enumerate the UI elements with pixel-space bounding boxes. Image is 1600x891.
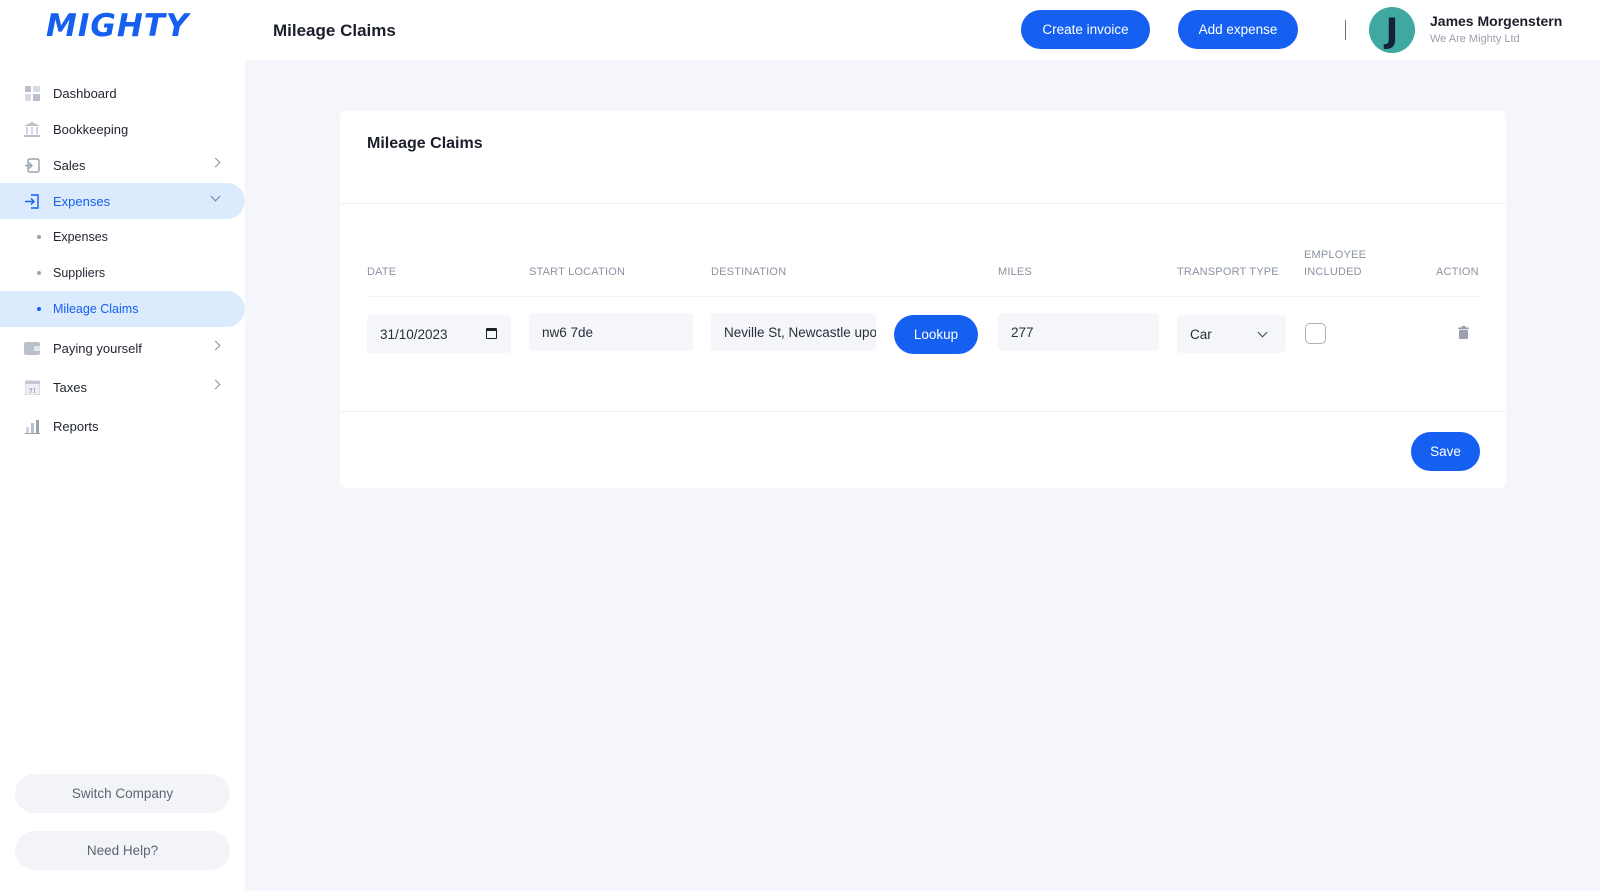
chevron-down-icon xyxy=(1257,327,1268,338)
mileage-claims-card: Mileage Claims DATE START LOCATION DESTI… xyxy=(340,111,1506,488)
sidebar-subitem-mileage-claims[interactable]: Mileage Claims xyxy=(0,291,245,327)
miles-input[interactable]: 277 xyxy=(998,313,1159,351)
reports-icon xyxy=(24,418,40,434)
sidebar-item-label: Expenses xyxy=(53,193,111,209)
sidebar-item-dashboard[interactable]: Dashboard xyxy=(0,75,245,111)
sidebar-item-label: Paying yourself xyxy=(53,340,142,356)
sidebar-item-taxes[interactable]: 31 Taxes xyxy=(0,369,245,405)
column-header-employee-included: EMPLOYEE INCLUDED xyxy=(1304,247,1366,281)
miles-value: 277 xyxy=(1011,324,1034,340)
column-header-start-location: START LOCATION xyxy=(529,266,626,278)
card-footer-divider xyxy=(340,411,1506,412)
top-header: Mileage Claims Create invoice Add expens… xyxy=(245,0,1600,60)
transport-type-select[interactable]: Car xyxy=(1177,315,1286,353)
sidebar-item-label: Sales xyxy=(53,157,86,173)
date-input[interactable]: 31/10/2023 xyxy=(367,315,511,353)
expenses-icon xyxy=(24,193,40,209)
user-company: We Are Mighty Ltd xyxy=(1430,33,1520,45)
chevron-down-icon xyxy=(210,191,221,202)
page-title: Mileage Claims xyxy=(273,21,396,40)
sidebar-subitem-label: Mileage Claims xyxy=(53,302,139,316)
sidebar-subitem-suppliers[interactable]: Suppliers xyxy=(0,255,245,291)
sidebar-item-label: Bookkeeping xyxy=(53,121,129,137)
start-location-value: nw6 7de xyxy=(542,324,594,340)
destination-value: Neville St, Newcastle upon Tyne xyxy=(724,324,876,340)
add-expense-button[interactable]: Add expense xyxy=(1178,10,1298,49)
column-header-destination: DESTINATION xyxy=(711,266,787,278)
sales-icon xyxy=(24,157,40,173)
column-header-miles: MILES xyxy=(998,266,1033,278)
lookup-button[interactable]: Lookup xyxy=(894,315,978,354)
dashboard-icon xyxy=(24,85,40,101)
employee-included-checkbox[interactable] xyxy=(1305,323,1326,344)
sidebar: MIGHTY Dashboard Bookkeeping Sales Expen… xyxy=(0,0,245,891)
sidebar-subitem-label: Expenses xyxy=(53,230,108,244)
sidebar-nav: Dashboard Bookkeeping Sales Expenses Exp… xyxy=(0,75,245,444)
calendar-picker-icon[interactable] xyxy=(486,328,497,339)
sidebar-subitem-label: Suppliers xyxy=(53,266,106,280)
chevron-right-icon xyxy=(210,379,221,390)
create-invoice-button[interactable]: Create invoice xyxy=(1021,10,1150,49)
column-header-transport-type: TRANSPORT TYPE xyxy=(1177,266,1279,278)
need-help-button[interactable]: Need Help? xyxy=(15,831,230,870)
calendar-icon: 31 xyxy=(24,379,40,395)
table-header-divider xyxy=(367,296,1479,297)
column-header-action: ACTION xyxy=(1436,266,1479,278)
avatar-initial: J xyxy=(1385,11,1399,51)
transport-type-value: Car xyxy=(1190,326,1212,342)
chevron-right-icon xyxy=(210,340,221,351)
destination-input[interactable]: Neville St, Newcastle upon Tyne xyxy=(711,313,876,351)
column-header-employee-line2: INCLUDED xyxy=(1304,266,1362,278)
save-button[interactable]: Save xyxy=(1411,432,1480,471)
sidebar-item-bookkeeping[interactable]: Bookkeeping xyxy=(0,111,245,147)
sidebar-item-reports[interactable]: Reports xyxy=(0,408,245,444)
date-value: 31/10/2023 xyxy=(380,326,448,342)
column-header-employee-line1: EMPLOYEE xyxy=(1304,249,1367,261)
trash-icon[interactable] xyxy=(1458,326,1469,339)
sidebar-subitem-expenses[interactable]: Expenses xyxy=(0,219,245,255)
header-divider xyxy=(1345,20,1346,40)
start-location-input[interactable]: nw6 7de xyxy=(529,313,693,351)
user-name[interactable]: James Morgenstern xyxy=(1430,13,1562,29)
mighty-logo[interactable]: MIGHTY xyxy=(46,8,189,44)
sidebar-item-paying-yourself[interactable]: Paying yourself xyxy=(0,330,245,366)
bank-icon xyxy=(24,121,40,137)
chevron-right-icon xyxy=(210,157,221,168)
switch-company-button[interactable]: Switch Company xyxy=(15,774,230,813)
sidebar-item-label: Reports xyxy=(53,418,99,434)
sidebar-item-label: Dashboard xyxy=(53,85,117,101)
column-header-date: DATE xyxy=(367,266,397,278)
sidebar-item-expenses[interactable]: Expenses xyxy=(0,183,245,219)
card-title: Mileage Claims xyxy=(367,135,483,152)
wallet-icon xyxy=(24,340,40,356)
avatar[interactable]: J xyxy=(1369,7,1415,53)
sidebar-item-label: Taxes xyxy=(53,379,87,395)
calendar-icon-text: 31 xyxy=(28,387,36,394)
card-divider xyxy=(340,203,1506,204)
sidebar-item-sales[interactable]: Sales xyxy=(0,147,245,183)
